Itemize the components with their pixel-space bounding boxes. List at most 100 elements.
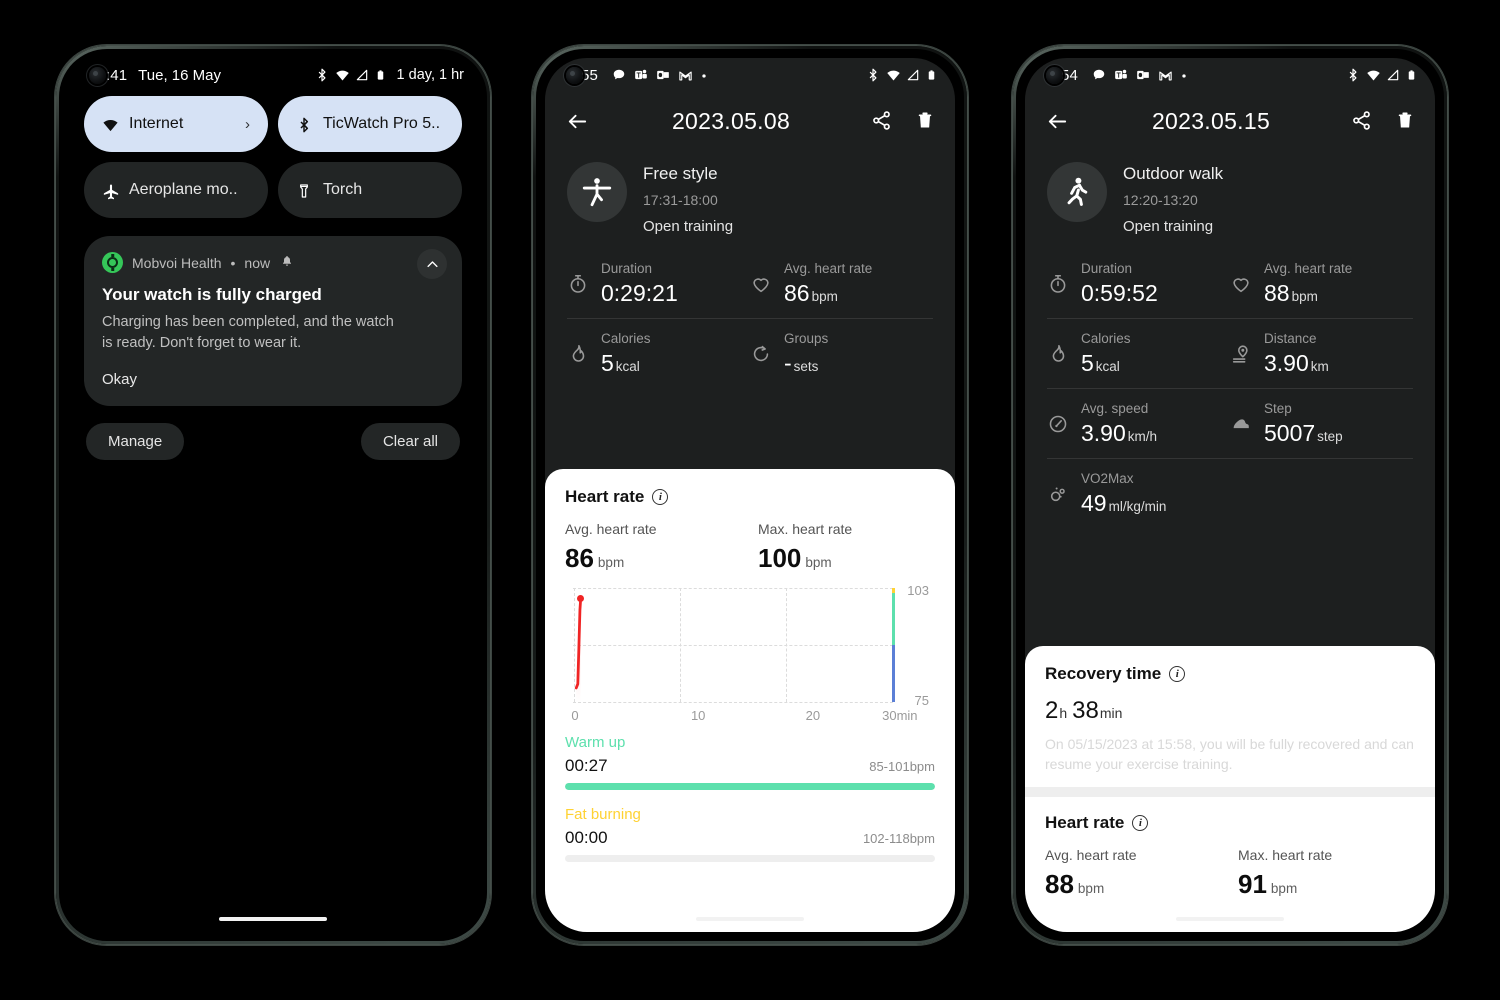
status-clock: :41: [106, 66, 128, 84]
workout-date: 2023.05.08: [671, 107, 791, 134]
walking-icon: [1047, 162, 1107, 222]
metric-value: 86 bpm: [784, 279, 838, 306]
heart-rate-card: Heart rate i Avg. heart rate 86 bpm Max. …: [545, 469, 955, 932]
workout-type: Outdoor walk: [1123, 164, 1224, 183]
signal-icon: [906, 68, 921, 83]
zone-progress-track: [565, 783, 935, 790]
info-icon[interactable]: i: [1132, 814, 1149, 831]
camera-punch-hole: [1046, 67, 1063, 84]
avg-heart-rate-label: Avg. heart rate: [1045, 846, 1137, 863]
chart-xtick: 20: [805, 708, 821, 723]
metrics-grid: Duration 0:29:21 Avg. heart rate 86 bpm …: [545, 235, 955, 388]
bluetooth-icon: [866, 68, 881, 83]
share-icon[interactable]: [871, 110, 893, 132]
home-indicator[interactable]: [1176, 917, 1284, 921]
metric-value: 3.90 km/h: [1081, 420, 1158, 447]
avg-heart-rate-value: 88 bpm: [1045, 868, 1105, 899]
app-bar: 2023.05.08: [545, 92, 955, 150]
card-divider: [1025, 786, 1435, 797]
status-bar: 54: [1025, 58, 1435, 92]
gridline-h: [573, 702, 893, 703]
qs-tile-aeroplane-mode[interactable]: Aeroplane mo..: [84, 162, 268, 218]
notification-collapse-button[interactable]: [417, 249, 447, 279]
status-clock: 54: [1061, 66, 1078, 84]
zone-segment-rest: [892, 645, 895, 702]
bluetooth-icon: [315, 68, 330, 83]
workout-time-range: 17:31-18:00: [643, 192, 718, 208]
recovery-time-title: Recovery time i: [1045, 664, 1415, 684]
metric-label: Calories: [1081, 331, 1131, 347]
speedometer-icon: [1047, 413, 1069, 435]
chevron-up-icon: [426, 260, 438, 267]
notification-card[interactable]: Mobvoi Health • now Your watch is fully …: [84, 236, 462, 407]
screenshot-stage: :41 Tue, 16 May 1 day, 1 hr Internet › T…: [0, 0, 1500, 1000]
metrics-row: Calories 5 kcal Groups - sets: [567, 318, 933, 388]
metric-value: 5 kcal: [601, 349, 640, 376]
notification-body: Charging has been completed, and the wat…: [102, 314, 394, 352]
bluetooth-icon: [1346, 68, 1361, 83]
trash-icon[interactable]: [1395, 110, 1417, 132]
metric-step: Step 5007 step: [1230, 389, 1413, 458]
zone-range: 102-118bpm: [862, 831, 935, 846]
manage-button[interactable]: Manage: [86, 423, 185, 461]
heart-rate-card-title: Heart rate i: [1045, 813, 1415, 833]
chat-icon: [1092, 68, 1107, 83]
metrics-row: Duration 0:29:21 Avg. heart rate 86 bpm: [567, 249, 933, 318]
metric-label: Duration: [1081, 261, 1133, 276]
trash-icon[interactable]: [915, 110, 937, 132]
quick-settings-grid: Internet › TicWatch Pro 5.. Aeroplane mo…: [84, 96, 462, 218]
location-icon: [1230, 343, 1252, 365]
zone-name: Warm up: [565, 734, 626, 751]
airplane-icon: [102, 183, 119, 199]
zone-warm-up: Warm up 00:27 85-101bpm: [565, 734, 935, 790]
metric-avg-heart-rate: Avg. heart rate 88 bpm: [1230, 249, 1413, 318]
phone-1: :41 Tue, 16 May 1 day, 1 hr Internet › T…: [55, 45, 491, 945]
info-icon[interactable]: i: [652, 489, 669, 505]
qs-label-bluetooth-device: TicWatch Pro 5..: [323, 115, 441, 132]
signal-icon: [1386, 68, 1401, 83]
notification-title: Your watch is fully charged: [102, 285, 322, 304]
back-arrow-icon[interactable]: [563, 107, 591, 135]
qs-label-torch: Torch: [323, 181, 363, 198]
qs-tile-internet[interactable]: Internet ›: [84, 96, 268, 152]
home-indicator[interactable]: [696, 917, 804, 921]
outlook-icon: [656, 68, 671, 83]
metric-distance: Distance 3.90 km: [1230, 319, 1413, 388]
share-icon[interactable]: [1351, 110, 1373, 132]
workout-subtitle: Open training: [1123, 218, 1214, 235]
zone-progress-fill: [565, 783, 935, 790]
stopwatch-icon: [567, 273, 589, 295]
chart-data-point-marker: [577, 595, 584, 602]
metric-label: Duration: [601, 261, 653, 276]
metric-avg-speed: Avg. speed 3.90 km/h: [1047, 389, 1230, 458]
notification-app-name: Mobvoi Health: [132, 254, 222, 271]
status-notification-icons: [1092, 68, 1195, 83]
battery-icon: [1406, 68, 1421, 83]
notification-footer-buttons: Manage Clear all: [84, 423, 462, 461]
metric-avg-heart-rate: Avg. heart rate 86 bpm: [750, 249, 933, 318]
avg-heart-rate-label: Avg. heart rate: [565, 521, 657, 537]
battery-remaining-text: 1 day, 1 hr: [396, 67, 464, 83]
home-indicator[interactable]: [219, 917, 327, 921]
notification-action-okay[interactable]: Okay: [102, 371, 444, 388]
back-arrow-icon[interactable]: [1043, 107, 1071, 135]
status-date: Tue, 16 May: [138, 66, 221, 84]
max-heart-rate-value: 91 bpm: [1238, 868, 1298, 899]
max-heart-rate-stat: Max. heart rate 91 bpm: [1230, 847, 1415, 900]
metrics-grid: Duration 0:59:52 Avg. heart rate 88 bpm …: [1025, 235, 1435, 529]
metric-label: Avg. heart rate: [784, 261, 873, 276]
clear-all-button[interactable]: Clear all: [360, 423, 460, 461]
qs-tile-torch[interactable]: Torch: [278, 162, 462, 218]
status-notification-icons: [612, 68, 715, 83]
info-icon[interactable]: i: [1169, 666, 1186, 682]
metric-duration: Duration 0:29:21: [567, 249, 750, 318]
chat-icon: [612, 68, 627, 83]
workout-detail-screen: 54 2023.05.15 Outdoor walk 12:20-13:20 O…: [1025, 58, 1435, 932]
bell-icon: [281, 255, 293, 270]
qs-tile-bluetooth-device[interactable]: TicWatch Pro 5..: [278, 96, 462, 152]
chart-ymax-label: 103: [907, 583, 929, 598]
recovery-time-value: 2h 38min: [1045, 697, 1123, 724]
recovery-and-heart-rate-card: Recovery time i 2h 38min On 05/15/2023 at…: [1025, 646, 1435, 932]
chevron-right-icon[interactable]: ›: [245, 116, 250, 133]
chart-xtick: 0: [571, 708, 579, 723]
